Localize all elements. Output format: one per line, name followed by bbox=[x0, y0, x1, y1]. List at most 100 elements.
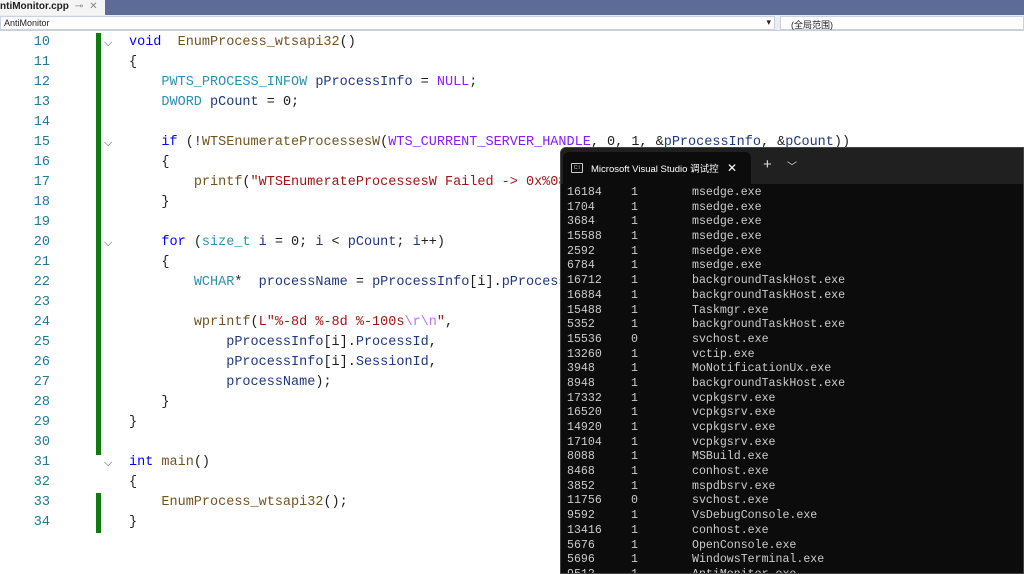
code-token: [i]. bbox=[323, 335, 356, 350]
code-line[interactable]: 14 bbox=[0, 113, 1024, 133]
code-token: if bbox=[161, 135, 178, 150]
process-id: 16184 bbox=[567, 186, 602, 199]
code-text: } bbox=[129, 393, 169, 413]
process-row: 16712 1 backgroundTaskHost.exe bbox=[567, 274, 967, 289]
code-token: () bbox=[193, 455, 211, 470]
code-token: processName bbox=[226, 375, 316, 390]
tab-dropdown-button[interactable]: ﹀ bbox=[787, 158, 797, 173]
process-row: 17104 1 vcpkgsrv.exe bbox=[567, 436, 967, 451]
code-line[interactable]: 11 { bbox=[0, 53, 1024, 73]
code-token: size_t bbox=[201, 235, 251, 250]
process-row: 6784 1 msedge.exe bbox=[567, 259, 967, 274]
code-token: pCount bbox=[347, 235, 397, 250]
code-token: ( bbox=[250, 315, 259, 330]
code-line[interactable]: 13 DWORD pCount = 0; bbox=[0, 93, 1024, 113]
code-token: pCount bbox=[201, 95, 259, 110]
line-number: 32 bbox=[33, 475, 50, 490]
session-id: 1 bbox=[631, 274, 638, 288]
code-token: i bbox=[412, 235, 421, 250]
process-row: 17332 1 vcpkgsrv.exe bbox=[567, 392, 967, 407]
process-row: 1704 1 msedge.exe bbox=[567, 201, 967, 216]
line-number: 18 bbox=[33, 195, 50, 210]
terminal-tab-title: Microsoft Visual Studio 调试控 bbox=[591, 164, 719, 175]
pin-icon[interactable]: ⊸ bbox=[75, 1, 83, 15]
process-id: 11756 bbox=[567, 494, 602, 508]
process-row: 16184 1 msedge.exe bbox=[567, 186, 967, 201]
new-tab-button[interactable]: + bbox=[763, 156, 772, 173]
dropdown-arrow-icon: ▾ bbox=[766, 17, 771, 27]
process-name: msedge.exe bbox=[692, 259, 762, 273]
code-token: = bbox=[412, 75, 437, 90]
process-id: 17104 bbox=[567, 435, 602, 449]
process-id: 1704 bbox=[567, 200, 595, 214]
code-token: ; bbox=[469, 75, 478, 90]
process-row: 13416 1 conhost.exe bbox=[567, 524, 967, 539]
process-id: 8088 bbox=[567, 450, 595, 464]
code-line[interactable]: 12 PWTS_PROCESS_INFOW pProcessInfo = NUL… bbox=[0, 73, 1024, 93]
terminal-tab[interactable]: C:\ Microsoft Visual Studio 调试控 ✕ bbox=[563, 152, 751, 184]
code-token: () bbox=[339, 35, 356, 50]
code-text: DWORD pCount = 0; bbox=[129, 93, 299, 113]
process-name: conhost.exe bbox=[692, 465, 769, 479]
session-id: 1 bbox=[631, 523, 638, 537]
fold-chevron-icon[interactable]: ⌵ bbox=[104, 33, 112, 53]
code-text: { bbox=[129, 253, 169, 273]
process-id: 17332 bbox=[567, 391, 602, 405]
session-id: 1 bbox=[631, 538, 638, 552]
code-token: { bbox=[129, 55, 138, 70]
line-number: 34 bbox=[33, 515, 50, 530]
code-token: main bbox=[161, 455, 194, 470]
document-tab-bar: ntiMonitor.cpp ⊸ ✕ bbox=[0, 0, 1024, 15]
session-id: 0 bbox=[631, 494, 638, 508]
fold-chevron-icon[interactable]: ⌵ bbox=[104, 453, 112, 473]
code-token: { bbox=[129, 155, 170, 170]
code-text: printf("WTSEnumerateProcessesW Failed ->… bbox=[129, 173, 583, 193]
process-row: 3684 1 msedge.exe bbox=[567, 215, 967, 230]
line-number: 10 bbox=[33, 35, 50, 50]
process-name: backgroundTaskHost.exe bbox=[692, 376, 846, 390]
process-id: 5676 bbox=[567, 538, 595, 552]
process-name: vcpkgsrv.exe bbox=[692, 435, 776, 449]
file-tab-label: ntiMonitor.cpp bbox=[0, 1, 69, 12]
code-token: int bbox=[129, 455, 154, 470]
line-number: 21 bbox=[33, 255, 50, 270]
process-name: msedge.exe bbox=[692, 200, 762, 214]
close-icon[interactable]: ✕ bbox=[89, 1, 97, 15]
process-row: 16520 1 vcpkgsrv.exe bbox=[567, 406, 967, 421]
process-name: backgroundTaskHost.exe bbox=[692, 288, 846, 302]
process-row: 2592 1 msedge.exe bbox=[567, 245, 967, 260]
code-token: PWTS_PROCESS_INFOW bbox=[161, 75, 308, 90]
session-id: 1 bbox=[631, 568, 638, 573]
line-number: 12 bbox=[33, 75, 50, 90]
scope-selector[interactable]: (全局范围) bbox=[780, 16, 1024, 30]
session-id: 1 bbox=[631, 509, 638, 523]
session-id: 1 bbox=[631, 215, 638, 229]
file-tab[interactable]: ntiMonitor.cpp ⊸ ✕ bbox=[0, 0, 105, 15]
project-selector[interactable]: AntiMonitor ▾ bbox=[0, 16, 775, 30]
code-token: \r\n bbox=[404, 315, 437, 330]
code-line[interactable]: 10 ⌵ void EnumProcess_wtsapi32() bbox=[0, 33, 1024, 53]
process-id: 5352 bbox=[567, 318, 595, 332]
code-text: void EnumProcess_wtsapi32() bbox=[129, 33, 356, 53]
navigation-bar: AntiMonitor ▾ (全局范围) bbox=[0, 15, 1024, 31]
process-row: 3852 1 mspdbsrv.exe bbox=[567, 480, 967, 495]
close-tab-button[interactable]: ✕ bbox=[727, 161, 737, 175]
code-text: EnumProcess_wtsapi32(); bbox=[129, 493, 347, 513]
code-text: processName); bbox=[129, 373, 331, 393]
process-id: 5696 bbox=[567, 553, 595, 567]
code-token: { bbox=[129, 475, 138, 490]
process-name: vcpkgsrv.exe bbox=[692, 421, 776, 434]
code-token: processName bbox=[258, 275, 348, 290]
code-text: { bbox=[129, 153, 170, 173]
code-token: ++) bbox=[420, 235, 445, 250]
session-id: 1 bbox=[631, 406, 638, 420]
fold-chevron-icon[interactable]: ⌵ bbox=[104, 233, 112, 253]
fold-chevron-icon[interactable]: ⌵ bbox=[104, 133, 112, 153]
process-name: mspdbsrv.exe bbox=[692, 479, 776, 493]
process-name: msedge.exe bbox=[692, 230, 762, 244]
